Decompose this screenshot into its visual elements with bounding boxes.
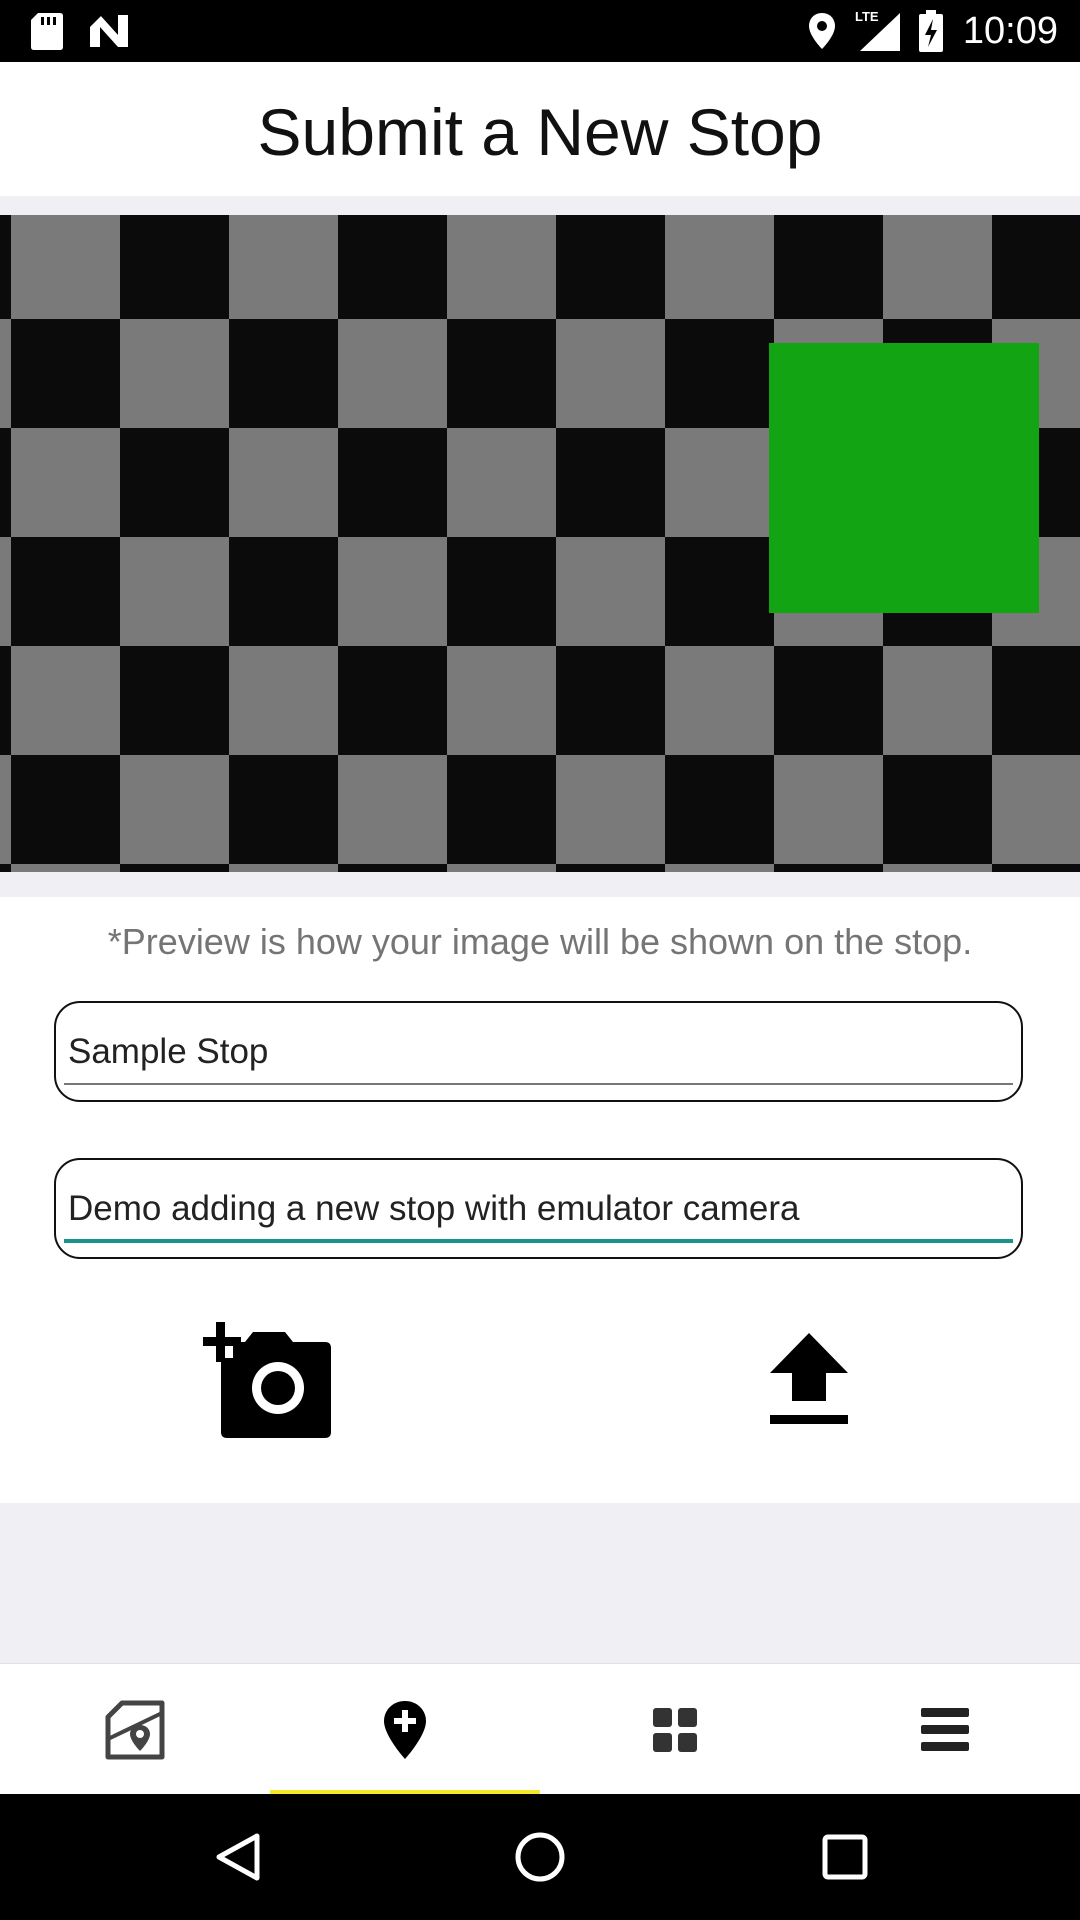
nav-menu[interactable] [810, 1664, 1080, 1795]
checker-square [883, 864, 992, 872]
checker-square [0, 319, 11, 428]
checker-square [883, 215, 992, 319]
checker-square [120, 319, 229, 428]
bottom-nav [0, 1663, 1080, 1795]
home-button[interactable] [510, 1794, 570, 1920]
recents-icon [822, 1834, 868, 1880]
checker-square [338, 537, 447, 646]
nav-map[interactable] [0, 1664, 270, 1795]
checker-square [229, 215, 338, 319]
add-location-icon [384, 1700, 426, 1759]
map-icon [105, 1700, 165, 1759]
checker-square [229, 428, 338, 537]
checker-square [447, 646, 556, 755]
checker-square [0, 755, 11, 864]
stop-name-input[interactable] [68, 1027, 1008, 1077]
upload-icon [770, 1333, 848, 1424]
home-icon [515, 1832, 565, 1882]
menu-icon [921, 1707, 969, 1751]
system-nav-bar [0, 1794, 1080, 1920]
checker-square [556, 319, 665, 428]
sd-card-icon [30, 0, 64, 62]
status-time: 10:09 [962, 9, 1058, 52]
screen: LTE 10:09 Submit a New Stop *Preview is … [0, 0, 1080, 1920]
checker-square [447, 215, 556, 319]
recents-button[interactable] [815, 1794, 875, 1920]
preview-note: *Preview is how your image will be shown… [107, 921, 973, 962]
grid-icon [653, 1707, 697, 1752]
checker-square [665, 646, 774, 755]
upload-button[interactable] [768, 1331, 850, 1432]
signal-icon: LTE [854, 0, 902, 62]
stop-description-field[interactable] [54, 1158, 1023, 1259]
status-bar: LTE 10:09 [0, 0, 1080, 62]
location-icon [808, 0, 836, 62]
stop-description-underline [64, 1239, 1013, 1243]
checker-square [447, 864, 556, 872]
checker-square [11, 428, 120, 537]
add-photo-icon [203, 1322, 331, 1438]
page-title: Submit a New Stop [257, 95, 823, 169]
stop-name-field[interactable] [54, 1001, 1023, 1102]
header: Submit a New Stop [0, 62, 1080, 196]
checker-square [665, 864, 774, 872]
nav-grid[interactable] [540, 1664, 810, 1795]
stop-name-underline [64, 1083, 1013, 1085]
checker-square [992, 755, 1080, 864]
checkerboard-image [0, 215, 1080, 872]
checker-square [120, 755, 229, 864]
checker-square [447, 428, 556, 537]
green-square [769, 343, 1039, 613]
checker-square [774, 755, 883, 864]
back-button[interactable] [208, 1794, 268, 1920]
stop-image-preview [0, 215, 1080, 872]
n-notification-icon [88, 0, 130, 62]
checker-square [338, 755, 447, 864]
checker-square [120, 537, 229, 646]
network-type-label: LTE [855, 9, 879, 24]
add-photo-button[interactable] [203, 1322, 333, 1445]
checker-square [883, 646, 992, 755]
checker-square [11, 646, 120, 755]
back-icon [216, 1833, 260, 1881]
checker-square [665, 215, 774, 319]
checker-square [229, 864, 338, 872]
battery-charging-icon [918, 0, 944, 62]
checker-square [11, 215, 120, 319]
checker-square [229, 646, 338, 755]
checker-square [665, 428, 774, 537]
stop-form: *Preview is how your image will be shown… [0, 897, 1080, 1503]
nav-add-stop[interactable] [270, 1664, 540, 1795]
checker-square [556, 755, 665, 864]
checker-square [556, 537, 665, 646]
checker-square [338, 319, 447, 428]
checker-square [0, 537, 11, 646]
stop-description-input[interactable] [68, 1184, 1008, 1234]
checker-square [11, 864, 120, 872]
